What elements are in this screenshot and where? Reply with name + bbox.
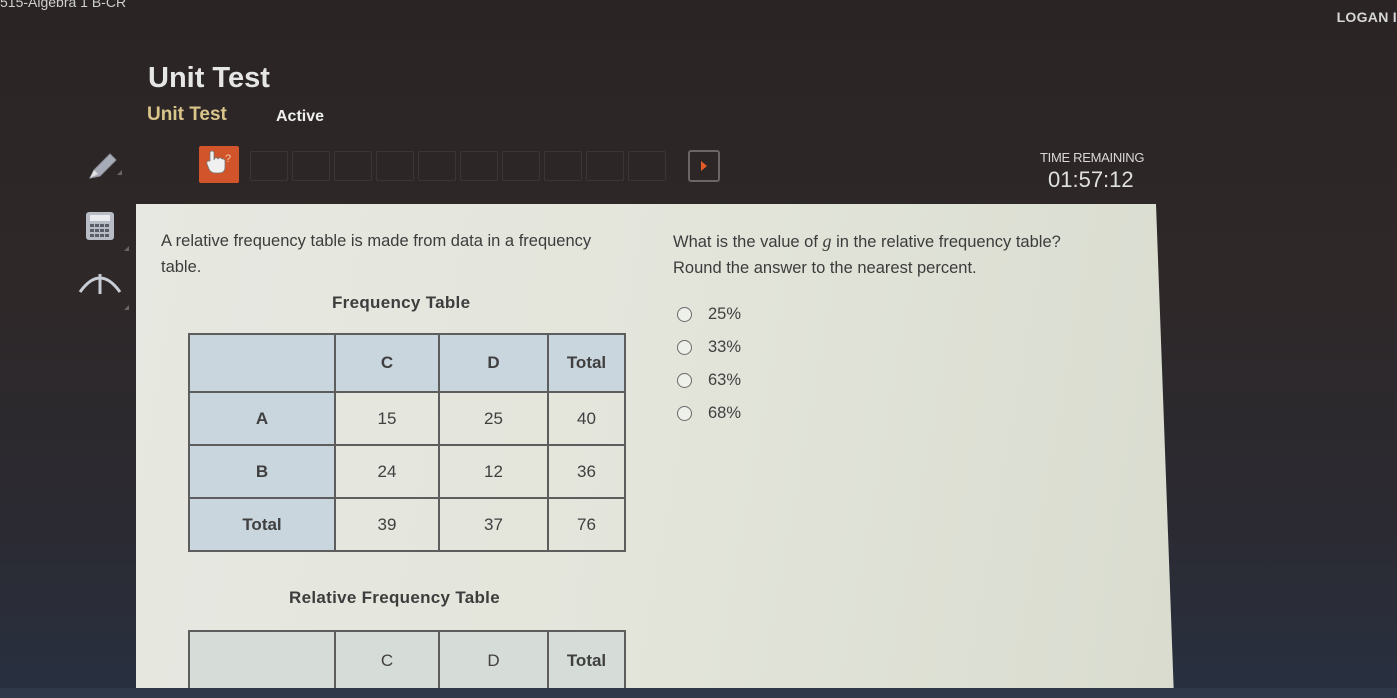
radio-button[interactable] <box>677 406 692 421</box>
sub-title: Unit Test <box>147 104 227 125</box>
table-row: Total 39 37 76 <box>188 497 626 552</box>
table-header-cell: Total <box>547 630 626 692</box>
answer-option-label: 63% <box>708 371 742 389</box>
table-header-cell <box>188 333 336 393</box>
answer-option-label: 68% <box>708 404 742 422</box>
question-stem: A relative frequency table is made from … <box>161 232 592 276</box>
user-name[interactable]: LOGAN I <box>1337 9 1397 25</box>
question-nav-item[interactable] <box>460 151 498 181</box>
table-cell: 39 <box>334 497 440 552</box>
answer-options: 25% 33% 63% 68% <box>677 298 741 430</box>
question-prompt: What is the value of g in the relative f… <box>673 228 1133 281</box>
radio-button[interactable] <box>677 307 692 322</box>
answer-option[interactable]: 33% <box>677 331 741 364</box>
answer-option[interactable]: 68% <box>677 397 741 430</box>
question-nav-item[interactable] <box>502 151 540 181</box>
page-title: Unit Test <box>148 62 270 94</box>
prompt-text: in the relative frequency table? <box>831 233 1061 251</box>
next-question-button[interactable] <box>688 150 720 182</box>
course-title: 515-Algebra 1 B-CR <box>0 0 127 10</box>
status-badge: Active <box>276 108 325 125</box>
table-header-cell <box>188 630 336 692</box>
question-nav-item[interactable] <box>628 151 666 181</box>
question-nav-item[interactable] <box>418 151 456 181</box>
table-cell: 36 <box>547 444 626 499</box>
table-cell: 12 <box>438 444 549 499</box>
relative-frequency-table: C D Total <box>188 630 626 692</box>
question-nav-item[interactable] <box>586 151 624 181</box>
question-nav-item[interactable] <box>376 151 414 181</box>
prompt-variable: g <box>822 231 832 251</box>
row-header-cell: A <box>188 391 336 446</box>
time-remaining-label: TIME REMAINING <box>1040 150 1145 165</box>
taskbar <box>0 688 1397 698</box>
table-header-cell: C <box>334 333 440 393</box>
table-header-cell: Total <box>547 333 626 393</box>
answer-option[interactable]: 25% <box>677 298 741 331</box>
prompt-text: What is the value of <box>673 233 823 251</box>
pencil-icon[interactable] <box>84 148 120 189</box>
row-header-cell: B <box>188 444 336 499</box>
answer-option-label: 33% <box>708 338 742 356</box>
answer-option-label: 25% <box>708 305 742 323</box>
table-row: A 15 25 40 <box>188 391 626 446</box>
relative-table-caption: Relative Frequency Table <box>289 588 500 607</box>
radio-button[interactable] <box>677 373 692 388</box>
radio-button[interactable] <box>677 340 692 355</box>
calculator-icon[interactable] <box>84 210 116 247</box>
frequency-table: C D Total A 15 25 40 B 24 12 36 Total 39… <box>188 333 626 552</box>
play-icon <box>701 161 707 171</box>
table-cell: 15 <box>334 391 440 446</box>
table-row: B 24 12 36 <box>188 444 626 499</box>
time-remaining-value: 01:57:12 <box>1048 167 1134 192</box>
question-nav-item[interactable] <box>292 151 330 181</box>
question-nav-item[interactable] <box>334 151 372 181</box>
table-cell: 24 <box>334 444 440 499</box>
table-header-cell: C <box>334 630 440 692</box>
tool-expand-icon <box>124 305 129 310</box>
prompt-instruction: Round the answer to the nearest percent. <box>673 259 977 277</box>
hand-question-icon: ? <box>205 149 233 180</box>
row-header-cell: Total <box>188 497 336 552</box>
table-header-cell: D <box>438 333 549 393</box>
question-nav-item[interactable] <box>250 151 288 181</box>
table-cell: 37 <box>438 497 549 552</box>
tool-expand-icon <box>124 246 129 251</box>
frequency-table-caption: Frequency Table <box>332 293 471 312</box>
help-button[interactable]: ? <box>199 146 239 183</box>
table-cell: 25 <box>438 391 549 446</box>
question-nav-item[interactable] <box>544 151 582 181</box>
table-header-row: C D Total <box>188 630 626 692</box>
svg-text:?: ? <box>225 153 231 165</box>
answer-option[interactable]: 63% <box>677 364 741 397</box>
table-cell: 76 <box>547 497 626 552</box>
table-cell: 40 <box>547 391 626 446</box>
question-navigation <box>250 151 666 181</box>
reference-icon[interactable] <box>76 266 124 303</box>
table-header-cell: D <box>438 630 549 692</box>
table-header-row: C D Total <box>188 333 626 393</box>
tool-expand-icon <box>117 170 122 175</box>
